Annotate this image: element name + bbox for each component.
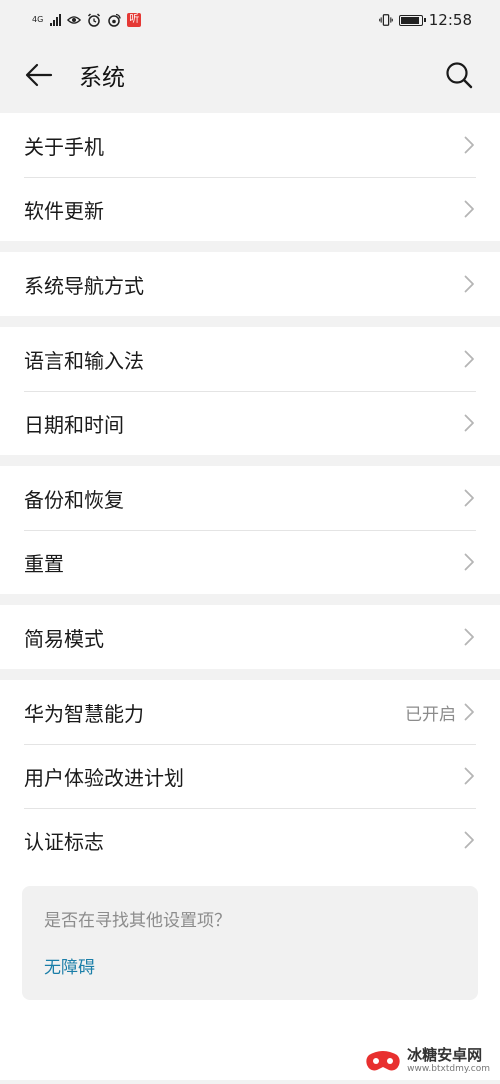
chevron-right-icon — [462, 830, 476, 850]
accessibility-link[interactable]: 无障碍 — [44, 953, 95, 978]
back-button[interactable] — [24, 60, 54, 90]
chevron-right-icon — [462, 627, 476, 647]
settings-item-label: 系统导航方式 — [24, 273, 144, 298]
settings-item-label: 重置 — [24, 551, 64, 576]
chevron-right-icon — [462, 702, 476, 722]
settings-item-value: 已开启 — [405, 704, 456, 725]
header-left: 系统 — [24, 58, 125, 92]
settings-group: 备份和恢复 重置 — [0, 466, 500, 594]
settings-item-label: 日期和时间 — [24, 412, 124, 437]
hint-card: 是否在寻找其他设置项？ 无障碍 — [22, 886, 478, 1000]
settings-item[interactable]: 认证标志 — [0, 808, 500, 872]
watermark: 冰糖安卓网 www.btxtdmy.com — [359, 1044, 494, 1078]
settings-item-label: 关于手机 — [24, 134, 104, 159]
settings-item[interactable]: 重置 — [0, 530, 500, 594]
settings-group: 语言和输入法 日期和时间 — [0, 327, 500, 455]
chevron-right-icon — [462, 552, 476, 572]
settings-item[interactable]: 华为智慧能力 已开启 — [0, 680, 500, 744]
eye-icon — [67, 13, 82, 27]
settings-item-label: 华为智慧能力 — [24, 701, 144, 726]
settings-item-label: 软件更新 — [24, 198, 104, 223]
settings-item-right — [462, 274, 476, 294]
settings-item-right — [462, 552, 476, 572]
header: 系统 — [0, 40, 500, 110]
settings-item[interactable]: 日期和时间 — [0, 391, 500, 455]
settings-item-right — [462, 627, 476, 647]
page-title: 系统 — [79, 65, 125, 91]
battery-level — [400, 16, 419, 24]
status-bar: 4G 听 12:58 — [0, 0, 500, 40]
watermark-url: www.btxtdmy.com — [407, 1064, 490, 1074]
listen-app-icon: 听 — [127, 13, 142, 27]
chevron-right-icon — [462, 274, 476, 294]
chevron-right-icon — [462, 766, 476, 786]
settings-item-label: 备份和恢复 — [24, 487, 124, 512]
chevron-right-icon — [462, 135, 476, 155]
settings-item-right — [462, 413, 476, 433]
watermark-name: 冰糖安卓网 — [407, 1046, 483, 1064]
chevron-right-icon — [462, 349, 476, 369]
weibo-icon — [107, 13, 121, 27]
watermark-text: 冰糖安卓网 www.btxtdmy.com — [407, 1048, 490, 1074]
settings-item-right — [462, 830, 476, 850]
settings-item[interactable]: 软件更新 — [0, 177, 500, 241]
settings-item[interactable]: 语言和输入法 — [0, 327, 500, 391]
settings-item-right: 已开启 — [405, 700, 476, 725]
settings-item-label: 认证标志 — [24, 829, 104, 854]
settings-item[interactable]: 备份和恢复 — [0, 466, 500, 530]
status-right: 12:58 — [378, 11, 472, 29]
search-icon — [446, 62, 473, 89]
signal-icon — [50, 14, 62, 26]
settings-item[interactable]: 系统导航方式 — [0, 252, 500, 316]
settings-group: 系统导航方式 — [0, 252, 500, 316]
settings-item-label: 语言和输入法 — [24, 348, 144, 373]
chevron-right-icon — [462, 413, 476, 433]
settings-item-right — [462, 135, 476, 155]
vibrate-icon — [378, 13, 393, 27]
settings-group: 华为智慧能力 已开启用户体验改进计划 认证标志 — [0, 680, 500, 872]
settings-item[interactable]: 简易模式 — [0, 605, 500, 669]
hint-question: 是否在寻找其他设置项？ — [44, 911, 231, 931]
alarm-icon — [87, 13, 101, 27]
settings-groups: 关于手机 软件更新 系统导航方式 语言和输入法 日期和时间 备份和恢复 重置 简易模式 华为智慧… — [0, 113, 500, 872]
chevron-right-icon — [462, 488, 476, 508]
battery-icon — [398, 14, 426, 26]
watermark-logo — [366, 1051, 400, 1071]
settings-item-label: 用户体验改进计划 — [24, 765, 184, 790]
settings-item[interactable]: 用户体验改进计划 — [0, 744, 500, 808]
network-type: 4G — [32, 15, 44, 24]
status-left: 4G 听 — [32, 13, 142, 27]
settings-item-label: 简易模式 — [24, 626, 104, 651]
chevron-right-icon — [462, 199, 476, 219]
status-time: 12:58 — [428, 11, 472, 29]
settings-group: 简易模式 — [0, 605, 500, 669]
settings-item[interactable]: 关于手机 — [0, 113, 500, 177]
settings-item-right — [462, 766, 476, 786]
settings-item-right — [462, 488, 476, 508]
settings-group: 关于手机 软件更新 — [0, 113, 500, 241]
arrow-left-icon — [25, 63, 53, 87]
settings-item-right — [462, 349, 476, 369]
settings-item-right — [462, 199, 476, 219]
search-button[interactable] — [444, 60, 474, 90]
